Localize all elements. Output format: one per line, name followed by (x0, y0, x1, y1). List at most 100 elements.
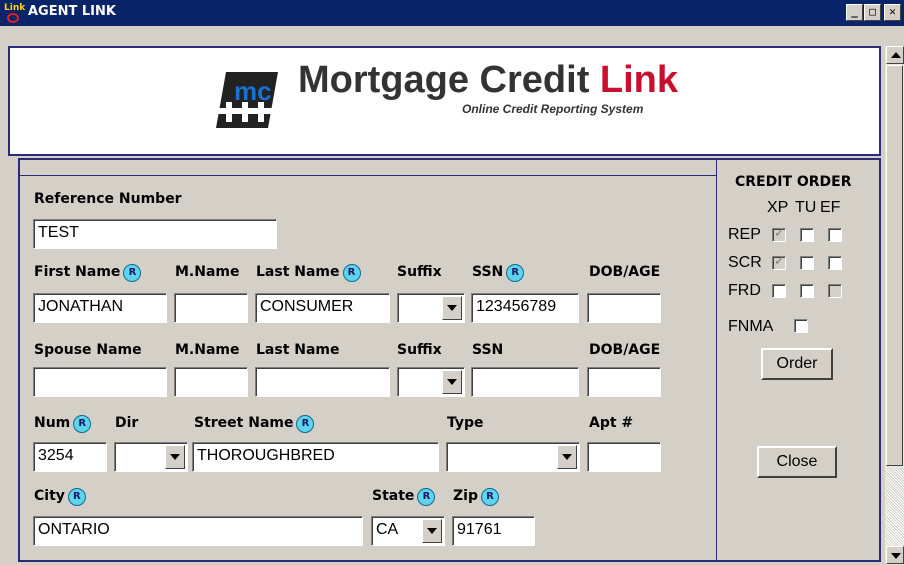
first-name-input[interactable]: JONATHAN (33, 293, 167, 323)
middle-name-input[interactable] (174, 293, 248, 323)
type-label: Type (447, 415, 484, 431)
scr-tu-checkbox[interactable] (800, 256, 814, 270)
zip-label-text: Zip (453, 488, 478, 504)
direction-select[interactable] (114, 442, 188, 472)
state-label-text: State (372, 488, 415, 504)
state-label: State R (372, 488, 436, 506)
num-label: Num R (34, 415, 92, 433)
last-name-label-text: Last Name (256, 264, 340, 280)
brand-prefix: Mortgage Credit (298, 59, 600, 101)
fnma-label: FNMA (728, 318, 774, 335)
required-icon: R (296, 415, 315, 433)
required-icon: R (73, 415, 92, 433)
state-value: CA (376, 521, 399, 538)
scroll-down-icon[interactable] (886, 546, 904, 564)
street-name-label-text: Street Name (194, 415, 294, 431)
brand-accent: Link (599, 59, 679, 101)
close-window-button[interactable]: ✕ (884, 4, 901, 21)
first-name-label: First Name R (34, 264, 142, 282)
dob-label: DOB/AGE (589, 264, 661, 280)
suffix-label: Suffix (397, 264, 442, 280)
ssn-label-text: SSN (472, 264, 504, 280)
window-title: AGENT LINK (28, 4, 116, 19)
required-icon: R (123, 264, 142, 282)
required-icon: R (67, 488, 86, 506)
panel-divider (716, 160, 717, 560)
brand-name: Mortgage Credit Link (298, 59, 678, 102)
scr-label: SCR (728, 254, 762, 271)
title-bar[interactable] (0, 0, 904, 26)
spouse-middle-name-input[interactable] (174, 367, 248, 397)
spouse-name-label: Spouse Name (34, 342, 142, 358)
apt-label: Apt # (589, 415, 634, 431)
bureau-xp-label: XP (767, 199, 789, 216)
ssn-label: SSN R (472, 264, 525, 282)
rep-xp-checkbox (772, 226, 786, 242)
scr-xp-checkbox (772, 254, 786, 270)
street-number-input[interactable]: 3254 (33, 442, 107, 472)
chevron-down-icon[interactable] (422, 519, 442, 543)
city-input[interactable]: ONTARIO (33, 516, 363, 546)
app-icon: Link (4, 4, 25, 23)
close-button[interactable]: Close (757, 446, 837, 478)
suffix-select[interactable] (397, 293, 465, 323)
spouse-dob-label: DOB/AGE (589, 342, 661, 358)
spouse-dob-input[interactable] (587, 367, 661, 397)
chevron-down-icon[interactable] (442, 296, 462, 320)
street-type-select[interactable] (446, 442, 580, 472)
dir-label: Dir (115, 415, 139, 431)
spouse-ssn-label: SSN (472, 342, 504, 358)
rep-label: REP (728, 226, 761, 243)
credit-order-title: CREDIT ORDER (735, 174, 852, 190)
scroll-up-icon[interactable] (886, 46, 904, 64)
scr-ef-checkbox[interactable] (828, 256, 842, 270)
bureau-ef-label: EF (820, 199, 841, 216)
brand-subtitle: Online Credit Reporting System (462, 102, 644, 116)
required-icon: R (506, 264, 525, 282)
mname-label: M.Name (175, 264, 240, 280)
spouse-name-input[interactable] (33, 367, 167, 397)
frd-ef-checkbox (828, 284, 842, 298)
last-name-input[interactable]: CONSUMER (255, 293, 390, 323)
street-name-input[interactable]: THOROUGHBRED (192, 442, 439, 472)
frd-xp-checkbox[interactable] (772, 284, 786, 298)
city-label: City R (34, 488, 86, 506)
spouse-ssn-input[interactable] (471, 367, 579, 397)
order-button[interactable]: Order (761, 348, 833, 380)
form-top-rule (20, 175, 716, 176)
minimize-button[interactable]: _ (846, 4, 863, 21)
chevron-down-icon[interactable] (557, 445, 577, 469)
rep-ef-checkbox[interactable] (828, 228, 842, 242)
apt-input[interactable] (587, 442, 661, 472)
spouse-suffix-select[interactable] (397, 367, 465, 397)
first-name-label-text: First Name (34, 264, 121, 280)
city-label-text: City (34, 488, 65, 504)
spouse-last-name-input[interactable] (255, 367, 390, 397)
num-label-text: Num (34, 415, 71, 431)
zip-input[interactable]: 91761 (452, 516, 535, 546)
state-select[interactable]: CA (371, 516, 445, 546)
last-name-label: Last Name R (256, 264, 361, 282)
zip-label: Zip R (453, 488, 499, 506)
scrollbar-thumb[interactable] (886, 65, 903, 466)
frd-label: FRD (728, 282, 761, 299)
maximize-button[interactable]: □ (864, 4, 881, 21)
ssn-input[interactable]: 123456789 (471, 293, 579, 323)
scrollbar-track[interactable] (885, 466, 904, 546)
spouse-suffix-label: Suffix (397, 342, 442, 358)
mc-logo-icon: mc (212, 68, 282, 132)
street-name-label: Street Name R (194, 415, 315, 433)
fnma-checkbox[interactable] (794, 319, 808, 333)
dob-input[interactable] (587, 293, 661, 323)
frd-tu-checkbox[interactable] (800, 284, 814, 298)
bureau-tu-label: TU (795, 199, 817, 216)
spouse-mname-label: M.Name (175, 342, 240, 358)
required-icon: R (342, 264, 361, 282)
logo-mark-text: mc (234, 76, 272, 106)
reference-input[interactable]: TEST (33, 219, 277, 249)
reference-label: Reference Number (34, 191, 182, 207)
chevron-down-icon[interactable] (165, 445, 185, 469)
chevron-down-icon[interactable] (442, 370, 462, 394)
spouse-last-name-label: Last Name (256, 342, 340, 358)
rep-tu-checkbox[interactable] (800, 228, 814, 242)
